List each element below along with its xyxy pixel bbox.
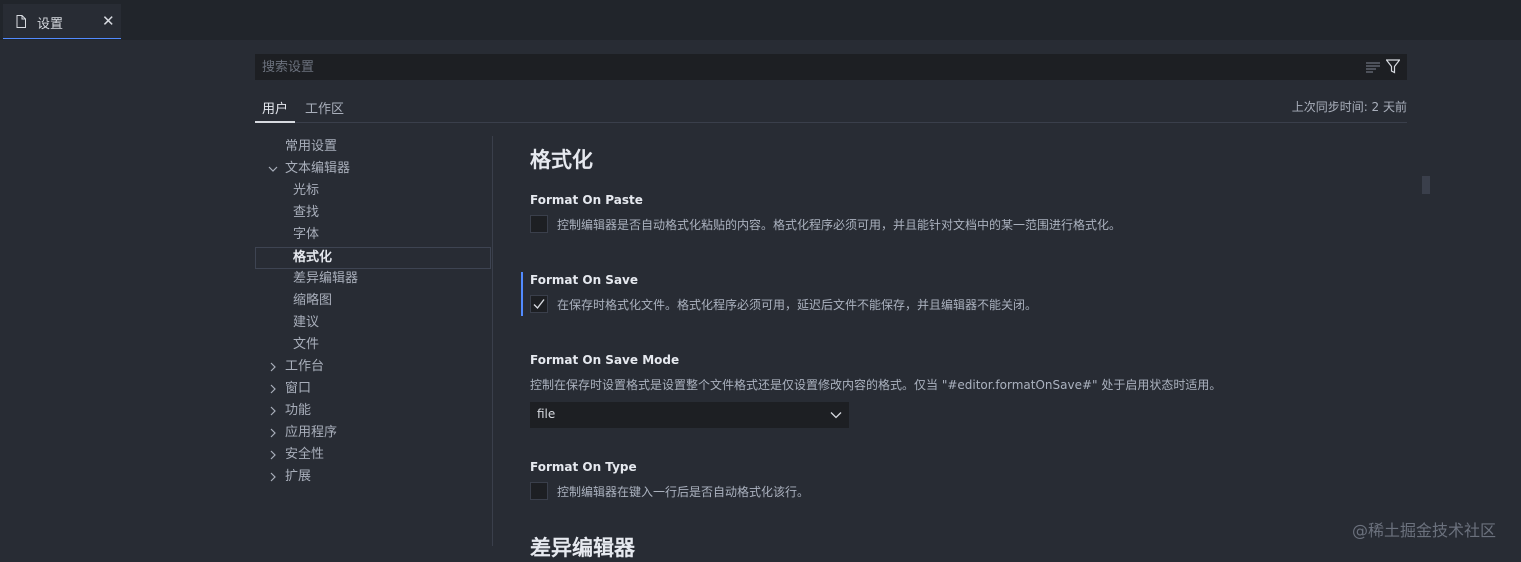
toc-item-label: 常用设置 (285, 139, 338, 154)
tab-user[interactable]: 用户 (254, 98, 296, 123)
tab-label: 设置 (37, 17, 64, 32)
setting-title-format-on-save-mode: Format On Save Mode (530, 353, 680, 367)
tab-settings[interactable]: 设置 ✕ (3, 4, 121, 39)
tab-workspace[interactable]: 工作区 (305, 98, 344, 117)
toc-item-workbench[interactable]: 工作台 (255, 356, 491, 378)
sync-status: 上次同步时间: 2 天前 (1291, 100, 1407, 114)
toc-item-text-editor[interactable]: 文本编辑器 (255, 158, 491, 180)
search-box (255, 54, 1407, 80)
settings-scope-tabs: 用户 工作区 上次同步时间: 2 天前 (254, 92, 1407, 123)
setting-title-format-on-type: Format On Type (530, 460, 637, 474)
close-icon[interactable]: ✕ (102, 12, 115, 30)
chevron-right-icon (270, 406, 276, 416)
toc-item-diff-editor[interactable]: 差异编辑器 (255, 268, 491, 290)
check-icon (533, 299, 545, 310)
setting-title-format-on-save: Format On Save (530, 273, 639, 287)
toc-item-label: 窗口 (285, 381, 312, 396)
section-title: 格式化 (530, 148, 593, 172)
watermark: @稀土掘金技术社区 (1352, 521, 1497, 540)
toc-item-label: 查找 (293, 205, 320, 220)
toc-item-label: 应用程序 (285, 425, 338, 440)
filter-icon[interactable] (1386, 59, 1400, 74)
chevron-right-icon (270, 362, 276, 372)
toc-item-label: 文本编辑器 (285, 161, 351, 176)
toc-item-label: 差异编辑器 (293, 271, 359, 286)
chevron-right-icon (270, 384, 276, 394)
toc-item-label: 建议 (293, 315, 320, 330)
toc-item-extensions[interactable]: 扩展 (255, 466, 491, 488)
toc-item-window[interactable]: 窗口 (255, 378, 491, 400)
tab-bar: 设置 ✕ (0, 0, 1521, 40)
scrollbar-thumb[interactable] (1422, 176, 1430, 194)
chevron-right-icon (270, 450, 276, 460)
format-on-save-mode-select[interactable]: file (530, 402, 849, 428)
toc-item-cursor[interactable]: 光标 (255, 180, 491, 202)
toc-item-files[interactable]: 文件 (255, 334, 491, 356)
toc-item-find[interactable]: 查找 (255, 202, 491, 224)
toc-item-suggestions[interactable]: 建议 (255, 312, 491, 334)
toc-item-formatting[interactable]: 格式化 (255, 247, 491, 269)
toc-item-label: 文件 (293, 337, 320, 352)
search-input[interactable] (255, 54, 1355, 80)
toc-item-label: 功能 (285, 403, 312, 418)
toc-item-label: 扩展 (285, 469, 312, 484)
format-on-paste-checkbox[interactable] (530, 215, 548, 233)
toc-item-security[interactable]: 安全性 (255, 444, 491, 466)
toc-item-label: 字体 (293, 227, 320, 242)
setting-desc-format-on-save-mode: 控制在保存时设置格式是设置整个文件格式还是仅设置修改内容的格式。仅当 "#edi… (530, 378, 1222, 392)
format-on-type-checkbox[interactable] (530, 482, 548, 500)
setting-title-format-on-paste: Format On Paste (530, 193, 643, 207)
select-value: file (537, 407, 556, 421)
toc-item-label: 光标 (293, 183, 320, 198)
toc-item-label: 格式化 (293, 250, 333, 265)
clear-filter-icon[interactable] (1366, 61, 1380, 73)
setting-desc-format-on-save: 在保存时格式化文件。格式化程序必须可用，延迟后文件不能保存，并且编辑器不能关闭。 (557, 298, 1038, 312)
chevron-down-icon (268, 166, 278, 172)
next-section-title: 差异编辑器 (530, 536, 635, 560)
format-on-save-checkbox[interactable] (530, 295, 548, 313)
file-icon (16, 15, 26, 28)
setting-desc-format-on-paste: 控制编辑器是否自动格式化粘贴的内容。格式化程序必须可用，并且能针对文档中的某一范… (557, 218, 1122, 232)
settings-toc: 常用设置 文本编辑器 光标 查找 字体 格式化 差异编辑器 缩略图 建议 文件 … (255, 136, 493, 546)
chevron-right-icon (270, 428, 276, 438)
toc-item-application[interactable]: 应用程序 (255, 422, 491, 444)
toc-item-common[interactable]: 常用设置 (255, 136, 491, 158)
setting-desc-format-on-type: 控制编辑器在键入一行后是否自动格式化该行。 (557, 485, 810, 499)
toc-item-font[interactable]: 字体 (255, 224, 491, 246)
toc-item-label: 安全性 (285, 447, 325, 462)
settings-content: 格式化 Format On Paste 控制编辑器是否自动格式化粘贴的内容。格式… (521, 136, 1420, 560)
toc-item-minimap[interactable]: 缩略图 (255, 290, 491, 312)
chevron-down-icon (830, 412, 842, 419)
toc-item-label: 工作台 (285, 359, 325, 374)
focus-indicator (521, 272, 523, 316)
chevron-right-icon (270, 472, 276, 482)
toc-item-label: 缩略图 (293, 293, 333, 308)
toc-item-features[interactable]: 功能 (255, 400, 491, 422)
